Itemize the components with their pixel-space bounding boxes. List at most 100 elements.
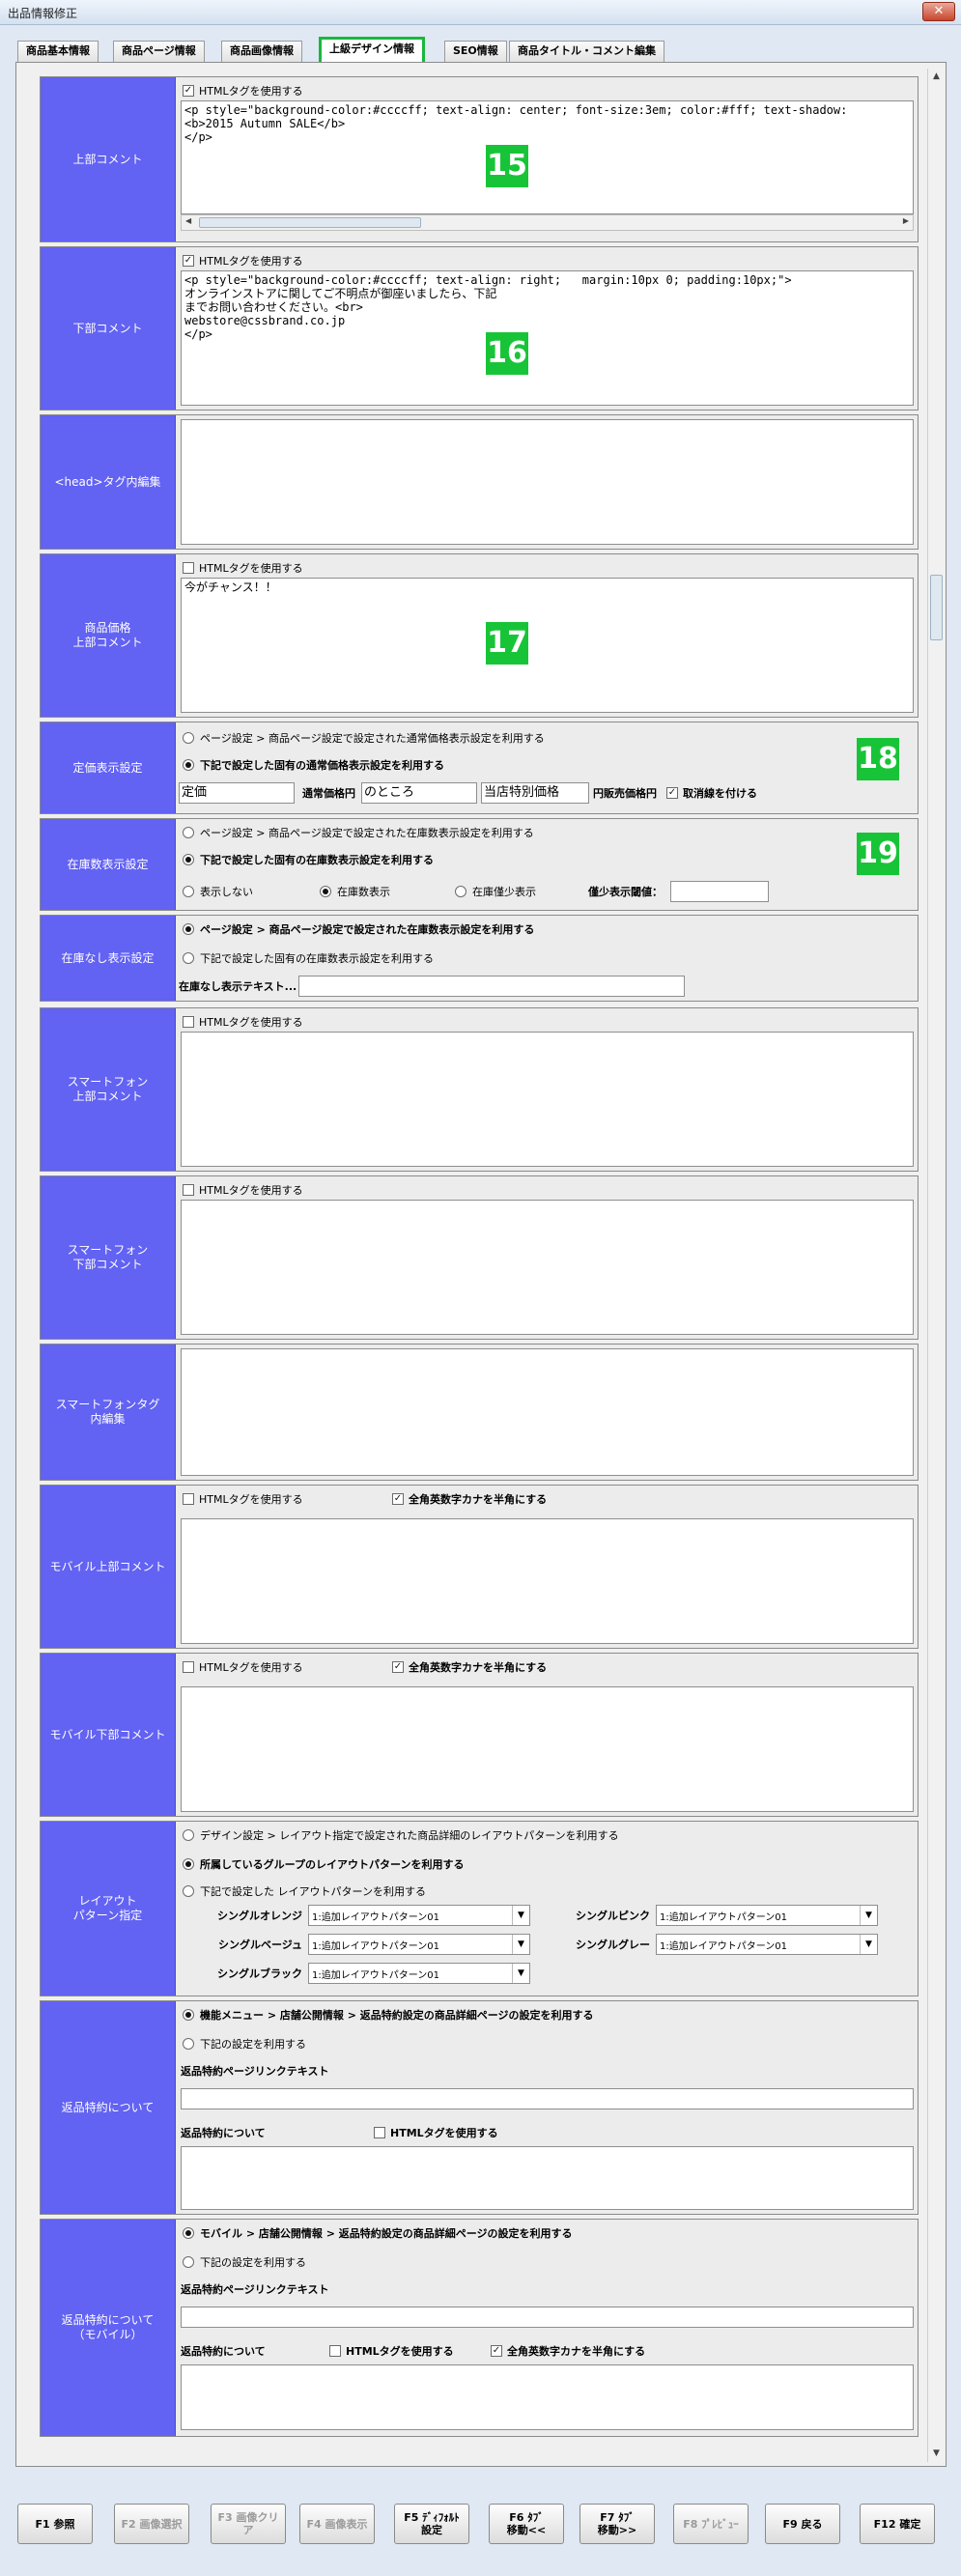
checkbox-checked-icon[interactable]: ✓ — [392, 1661, 404, 1673]
checkbox-checked-icon[interactable]: ✓ — [392, 1493, 404, 1505]
price-mid-field[interactable]: のところ — [361, 782, 477, 804]
layout-select-orange[interactable]: 1:追加レイアウトパターン01 ▼ — [308, 1905, 530, 1926]
mobile-top-textarea[interactable] — [181, 1518, 914, 1644]
tab-image-info[interactable]: 商品画像情報 — [221, 41, 302, 62]
returns-mobile-link-input[interactable] — [181, 2307, 914, 2328]
nostock-text-row: 在庫なし表示テキスト... — [179, 976, 686, 997]
section-label: 商品価格 上部コメント — [41, 554, 176, 717]
tab-title-comment[interactable]: 商品タイトル・コメント編集 — [509, 41, 664, 62]
checkbox-unchecked-icon — [183, 1493, 194, 1505]
f5-default-button[interactable]: F5 ﾃﾞｨﾌｫﾙﾄ 設定 — [394, 2504, 469, 2544]
hscroll-thumb[interactable] — [199, 217, 421, 228]
layout-option-design[interactable]: デザイン設定 > レイアウト指定で設定された商品詳細のレイアウトパターンを利用す… — [183, 1827, 619, 1843]
sp-bottom-textarea[interactable] — [181, 1200, 914, 1335]
scroll-thumb[interactable] — [930, 575, 943, 640]
f3-image-clear-button[interactable]: F3 画像クリア — [211, 2504, 286, 2544]
radio-off-icon[interactable] — [455, 886, 466, 897]
f9-back-button[interactable]: F9 戻る — [765, 2504, 840, 2544]
scroll-right-icon[interactable]: ▶ — [903, 216, 909, 225]
price-special-field[interactable]: 当店特別価格 — [481, 782, 589, 804]
annotation-badge: 15 — [486, 145, 528, 187]
use-html-checkbox[interactable]: ✓ HTMLタグを使用する — [183, 83, 303, 99]
returns-mobile-option-custom[interactable]: 下記の設定を利用する — [183, 2254, 306, 2270]
f4-image-view-button[interactable]: F4 画像表示 — [299, 2504, 375, 2544]
tab-advanced-design[interactable]: 上級デザイン情報 — [319, 37, 425, 62]
section-label: スマートフォン 上部コメント — [41, 1008, 176, 1171]
mobile-bottom-textarea[interactable] — [181, 1686, 914, 1812]
scroll-up-icon[interactable]: ▲ — [928, 69, 945, 85]
scroll-down-icon[interactable]: ▼ — [928, 2446, 945, 2462]
vertical-scrollbar[interactable]: ▲ ▼ — [927, 69, 945, 2462]
threshold-input[interactable] — [670, 881, 769, 902]
layout-option-group[interactable]: 所属しているグループのレイアウトパターンを利用する — [183, 1856, 464, 1872]
returns-textarea[interactable] — [181, 2146, 914, 2210]
f1-reference-button[interactable]: F1 参照 — [17, 2504, 93, 2544]
strike-checkbox-icon[interactable]: ✓ — [666, 787, 678, 799]
layout-select-pink[interactable]: 1:追加レイアウトパターン01 ▼ — [656, 1905, 878, 1926]
layout-option-custom[interactable]: 下記で設定した レイアウトパターンを利用する — [183, 1883, 426, 1899]
returns-option-custom[interactable]: 下記の設定を利用する — [183, 2036, 306, 2052]
annotation-badge: 18 — [857, 738, 899, 780]
radio-on-icon — [183, 1858, 194, 1870]
f8-preview-button[interactable]: F8 ﾌﾟﾚﾋﾞｭｰ — [673, 2504, 749, 2544]
layout-row: シングルブラック 1:追加レイアウトパターン01 ▼ — [186, 1963, 530, 1984]
use-html-checkbox[interactable]: HTMLタグを使用する — [183, 560, 303, 576]
top-comment-textarea[interactable]: <p style="background-color:#ccccff; text… — [181, 100, 914, 214]
price-comment-textarea[interactable]: 今がチャンス！！ — [181, 578, 914, 713]
returns-option-menu[interactable]: 機能メニュー > 店舗公開情報 > 返品特約設定の商品詳細ページの設定を利用する — [183, 2007, 594, 2023]
tab-seo[interactable]: SEO情報 — [444, 41, 507, 62]
section-label: レイアウト パターン指定 — [41, 1822, 176, 1996]
use-html-checkbox[interactable]: ✓ HTMLタグを使用する — [183, 253, 303, 269]
stock-option-custom[interactable]: 下記で設定した固有の在庫数表示設定を利用する — [183, 852, 434, 867]
price-option-custom[interactable]: 下記で設定した固有の通常価格表示設定を利用する — [183, 757, 444, 773]
use-html-checkbox[interactable]: HTMLタグを使用する ✓ 全角英数字カナを半角にする — [183, 1659, 547, 1675]
returns-mobile-textarea[interactable] — [181, 2364, 914, 2430]
layout-select-gray[interactable]: 1:追加レイアウトパターン01 ▼ — [656, 1934, 878, 1955]
nostock-text-input[interactable] — [298, 976, 686, 997]
section-label: <head>タグ内編集 — [41, 415, 176, 549]
f7-tab-next-button[interactable]: F7 ﾀﾌﾞ 移動>> — [579, 2504, 655, 2544]
checkbox-checked-icon[interactable]: ✓ — [491, 2345, 502, 2357]
head-tag-textarea[interactable] — [181, 419, 914, 545]
annotation-badge: 17 — [486, 622, 528, 665]
f2-image-select-button[interactable]: F2 画像選択 — [114, 2504, 189, 2544]
stock-option-page-setting[interactable]: ページ設定 > 商品ページ設定で設定された在庫数表示設定を利用する — [183, 825, 534, 840]
layout-row: シングルベージュ 1:追加レイアウトパターン01 ▼ シングルグレー 1:追加レイ… — [186, 1934, 878, 1955]
checkbox-unchecked-icon[interactable] — [329, 2345, 341, 2357]
f12-confirm-button[interactable]: F12 確定 — [860, 2504, 935, 2544]
radio-on-icon[interactable] — [320, 886, 331, 897]
nostock-option-custom[interactable]: 下記で設定した固有の在庫数表示設定を利用する — [183, 950, 434, 966]
checkbox-unchecked-icon[interactable] — [374, 2127, 385, 2138]
radio-on-icon — [183, 759, 194, 771]
use-html-checkbox[interactable]: HTMLタグを使用する — [183, 1182, 303, 1198]
section-label: 下部コメント — [41, 247, 176, 410]
use-html-checkbox[interactable]: HTMLタグを使用する — [183, 1014, 303, 1030]
layout-select-black[interactable]: 1:追加レイアウトパターン01 ▼ — [308, 1963, 530, 1984]
returns-mobile-option-menu[interactable]: モバイル > 店舗公開情報 > 返品特約設定の商品詳細ページの設定を利用する — [183, 2225, 573, 2241]
bottom-comment-textarea[interactable]: <p style="background-color:#ccccff; text… — [181, 270, 914, 406]
section-price-display: 定価表示設定 ページ設定 > 商品ページ設定で設定された通常価格表示設定を利用す… — [40, 722, 919, 814]
radio-on-icon — [183, 2227, 194, 2239]
annotation-badge: 19 — [857, 833, 899, 875]
chevron-down-icon: ▼ — [512, 1964, 529, 1983]
sp-tag-textarea[interactable] — [181, 1348, 914, 1476]
section-label: 定価表示設定 — [41, 722, 176, 813]
sp-top-textarea[interactable] — [181, 1032, 914, 1167]
radio-off-icon[interactable] — [183, 886, 194, 897]
horizontal-scrollbar[interactable]: ◀ ▶ — [181, 214, 914, 231]
nostock-option-page-setting[interactable]: ページ設定 > 商品ページ設定で設定された在庫数表示設定を利用する — [183, 921, 534, 937]
layout-row: シングルオレンジ 1:追加レイアウトパターン01 ▼ シングルピンク 1:追加レイ… — [186, 1905, 878, 1926]
tab-page-info[interactable]: 商品ページ情報 — [113, 41, 205, 62]
layout-select-beige[interactable]: 1:追加レイアウトパターン01 ▼ — [308, 1934, 530, 1955]
use-html-checkbox[interactable]: HTMLタグを使用する ✓ 全角英数字カナを半角にする — [183, 1491, 547, 1507]
tab-basic-info[interactable]: 商品基本情報 — [17, 41, 99, 62]
section-label: モバイル下部コメント — [41, 1654, 176, 1816]
section-label: スマートフォン 下部コメント — [41, 1176, 176, 1339]
price-prefix-field[interactable]: 定価 — [179, 782, 295, 804]
returns-link-input[interactable] — [181, 2088, 914, 2109]
radio-off-icon — [183, 827, 194, 838]
price-option-page-setting[interactable]: ページ設定 > 商品ページ設定で設定された通常価格表示設定を利用する — [183, 730, 545, 746]
scroll-left-icon[interactable]: ◀ — [185, 216, 191, 225]
f6-tab-prev-button[interactable]: F6 ﾀﾌﾞ 移動<< — [489, 2504, 564, 2544]
close-button[interactable]: ✕ — [922, 2, 955, 21]
